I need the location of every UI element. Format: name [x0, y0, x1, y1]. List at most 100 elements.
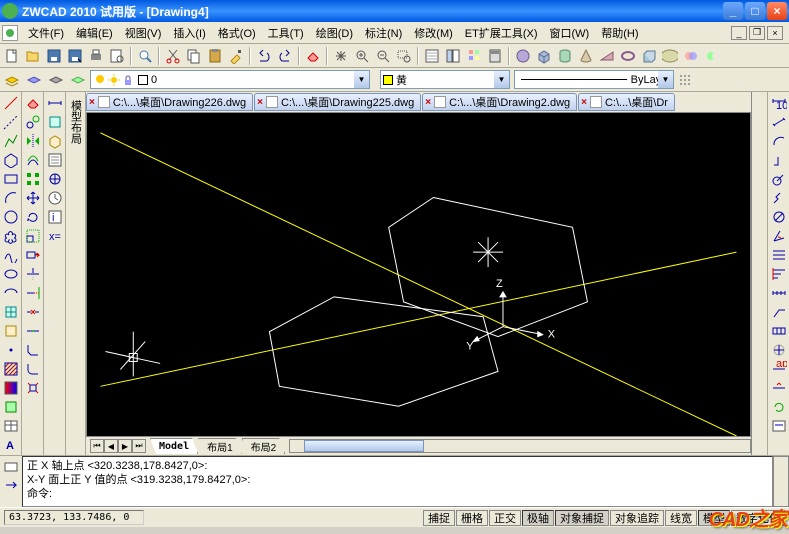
- join-button[interactable]: [23, 322, 43, 340]
- box-icon[interactable]: [534, 46, 554, 66]
- linetype-manager-button[interactable]: [676, 70, 696, 90]
- paste-button[interactable]: [205, 46, 225, 66]
- tab-next-button[interactable]: ▶: [118, 439, 132, 453]
- centermark-button[interactable]: [769, 341, 789, 359]
- menu-window[interactable]: 窗口(W): [544, 23, 596, 43]
- spline-button[interactable]: [1, 246, 21, 264]
- save-dd-button[interactable]: [65, 46, 85, 66]
- linetype-combo[interactable]: ByLayer ▼: [514, 70, 674, 89]
- snap-toggle[interactable]: 捕捉: [423, 510, 455, 526]
- doc-tab[interactable]: ×C:\...\桌面\Drawing2.dwg: [422, 93, 577, 111]
- dist-button[interactable]: [45, 94, 65, 112]
- match-prop-button[interactable]: [226, 46, 246, 66]
- zoom-out-button[interactable]: [373, 46, 393, 66]
- time-button[interactable]: [45, 189, 65, 207]
- coord-display[interactable]: 63.3723, 133.7486, 0: [4, 510, 144, 525]
- dim-jogged-button[interactable]: [769, 189, 789, 207]
- mdi-restore-button[interactable]: ❐: [749, 26, 765, 40]
- maximize-button[interactable]: □: [745, 2, 765, 20]
- dyn-toggle[interactable]: 数字化仪: [731, 510, 785, 526]
- color-combo[interactable]: 黄 ▼: [380, 70, 510, 89]
- vscrollbar[interactable]: [751, 92, 767, 455]
- massprop-button[interactable]: [45, 132, 65, 150]
- rectangle-button[interactable]: [1, 170, 21, 188]
- layer-prev-button[interactable]: [68, 70, 88, 90]
- dim-ordinate-button[interactable]: [769, 151, 789, 169]
- menu-edit[interactable]: 编辑(E): [70, 23, 119, 43]
- otrack-toggle[interactable]: 对象追踪: [610, 510, 664, 526]
- tab-close-icon[interactable]: ×: [257, 97, 263, 108]
- erase-button[interactable]: [303, 46, 323, 66]
- dim-radius-button[interactable]: [769, 170, 789, 188]
- area-button[interactable]: [45, 113, 65, 131]
- redo-button[interactable]: [275, 46, 295, 66]
- wedge-icon[interactable]: [597, 46, 617, 66]
- copy-button[interactable]: [184, 46, 204, 66]
- ellipsearc-button[interactable]: [1, 284, 21, 302]
- doc-tab[interactable]: ×C:\...\桌面\Dr: [578, 93, 675, 111]
- menu-draw[interactable]: 绘图(D): [310, 23, 359, 43]
- id-button[interactable]: [45, 170, 65, 188]
- undo-button[interactable]: [254, 46, 274, 66]
- cmd-icon-1[interactable]: [1, 458, 21, 476]
- tolerance-button[interactable]: [769, 322, 789, 340]
- mdi-close-button[interactable]: ×: [767, 26, 783, 40]
- erase-button[interactable]: [23, 94, 43, 112]
- revolve-icon[interactable]: [660, 46, 680, 66]
- menu-dim[interactable]: 标注(N): [359, 23, 408, 43]
- arc-button[interactable]: [1, 189, 21, 207]
- tab-last-button[interactable]: ⏭: [132, 439, 146, 453]
- tab-first-button[interactable]: ⏮: [90, 439, 104, 453]
- layout1-tab[interactable]: 布局1: [198, 438, 242, 454]
- move-button[interactable]: [23, 189, 43, 207]
- scroll-thumb[interactable]: [304, 440, 424, 452]
- mtext-button[interactable]: A: [1, 436, 21, 454]
- dim-linear-button[interactable]: 10: [769, 94, 789, 112]
- menu-view[interactable]: 视图(V): [119, 23, 168, 43]
- extend-button[interactable]: [23, 284, 43, 302]
- array-button[interactable]: [23, 170, 43, 188]
- dim-aligned-button[interactable]: [769, 113, 789, 131]
- menu-tools[interactable]: 工具(T): [262, 23, 310, 43]
- pan-button[interactable]: [331, 46, 351, 66]
- subtract-icon[interactable]: [702, 46, 722, 66]
- sidetab[interactable]: 模型布局: [66, 92, 86, 455]
- scale-button[interactable]: [23, 227, 43, 245]
- block-button[interactable]: [1, 322, 21, 340]
- dim-continue-button[interactable]: [769, 284, 789, 302]
- table-button[interactable]: [1, 417, 21, 435]
- xline-button[interactable]: [1, 113, 21, 131]
- polygon-button[interactable]: [1, 151, 21, 169]
- tab-close-icon[interactable]: ×: [89, 97, 95, 108]
- break-button[interactable]: [23, 303, 43, 321]
- stretch-button[interactable]: [23, 246, 43, 264]
- doc-tab[interactable]: ×C:\...\桌面\Drawing226.dwg: [86, 93, 253, 111]
- save-button[interactable]: [44, 46, 64, 66]
- zoom-window-button[interactable]: [394, 46, 414, 66]
- dim-arc-button[interactable]: [769, 132, 789, 150]
- dropdown-icon[interactable]: ▼: [354, 71, 369, 88]
- tab-prev-button[interactable]: ◀: [104, 439, 118, 453]
- chamfer-button[interactable]: [23, 341, 43, 359]
- line-button[interactable]: [1, 94, 21, 112]
- copy-button[interactable]: [23, 113, 43, 131]
- dim-baseline-button[interactable]: [769, 265, 789, 283]
- cylinder-icon[interactable]: [555, 46, 575, 66]
- hatch-button[interactable]: [1, 360, 21, 378]
- designcenter-button[interactable]: [443, 46, 463, 66]
- calc-button[interactable]: [485, 46, 505, 66]
- hscrollbar[interactable]: [289, 439, 751, 453]
- layout2-tab[interactable]: 布局2: [242, 438, 286, 454]
- cone-icon[interactable]: [576, 46, 596, 66]
- print-preview-button[interactable]: [107, 46, 127, 66]
- point-button[interactable]: [1, 341, 21, 359]
- lwt-toggle[interactable]: 线宽: [665, 510, 697, 526]
- dimedit-button[interactable]: ab: [769, 360, 789, 378]
- dropdown-icon[interactable]: ▼: [658, 71, 673, 88]
- find-button[interactable]: [135, 46, 155, 66]
- gradient-button[interactable]: [1, 379, 21, 397]
- new-button[interactable]: [2, 46, 22, 66]
- dimtedit-button[interactable]: [769, 379, 789, 397]
- qdim-button[interactable]: [769, 246, 789, 264]
- close-button[interactable]: ×: [767, 2, 787, 20]
